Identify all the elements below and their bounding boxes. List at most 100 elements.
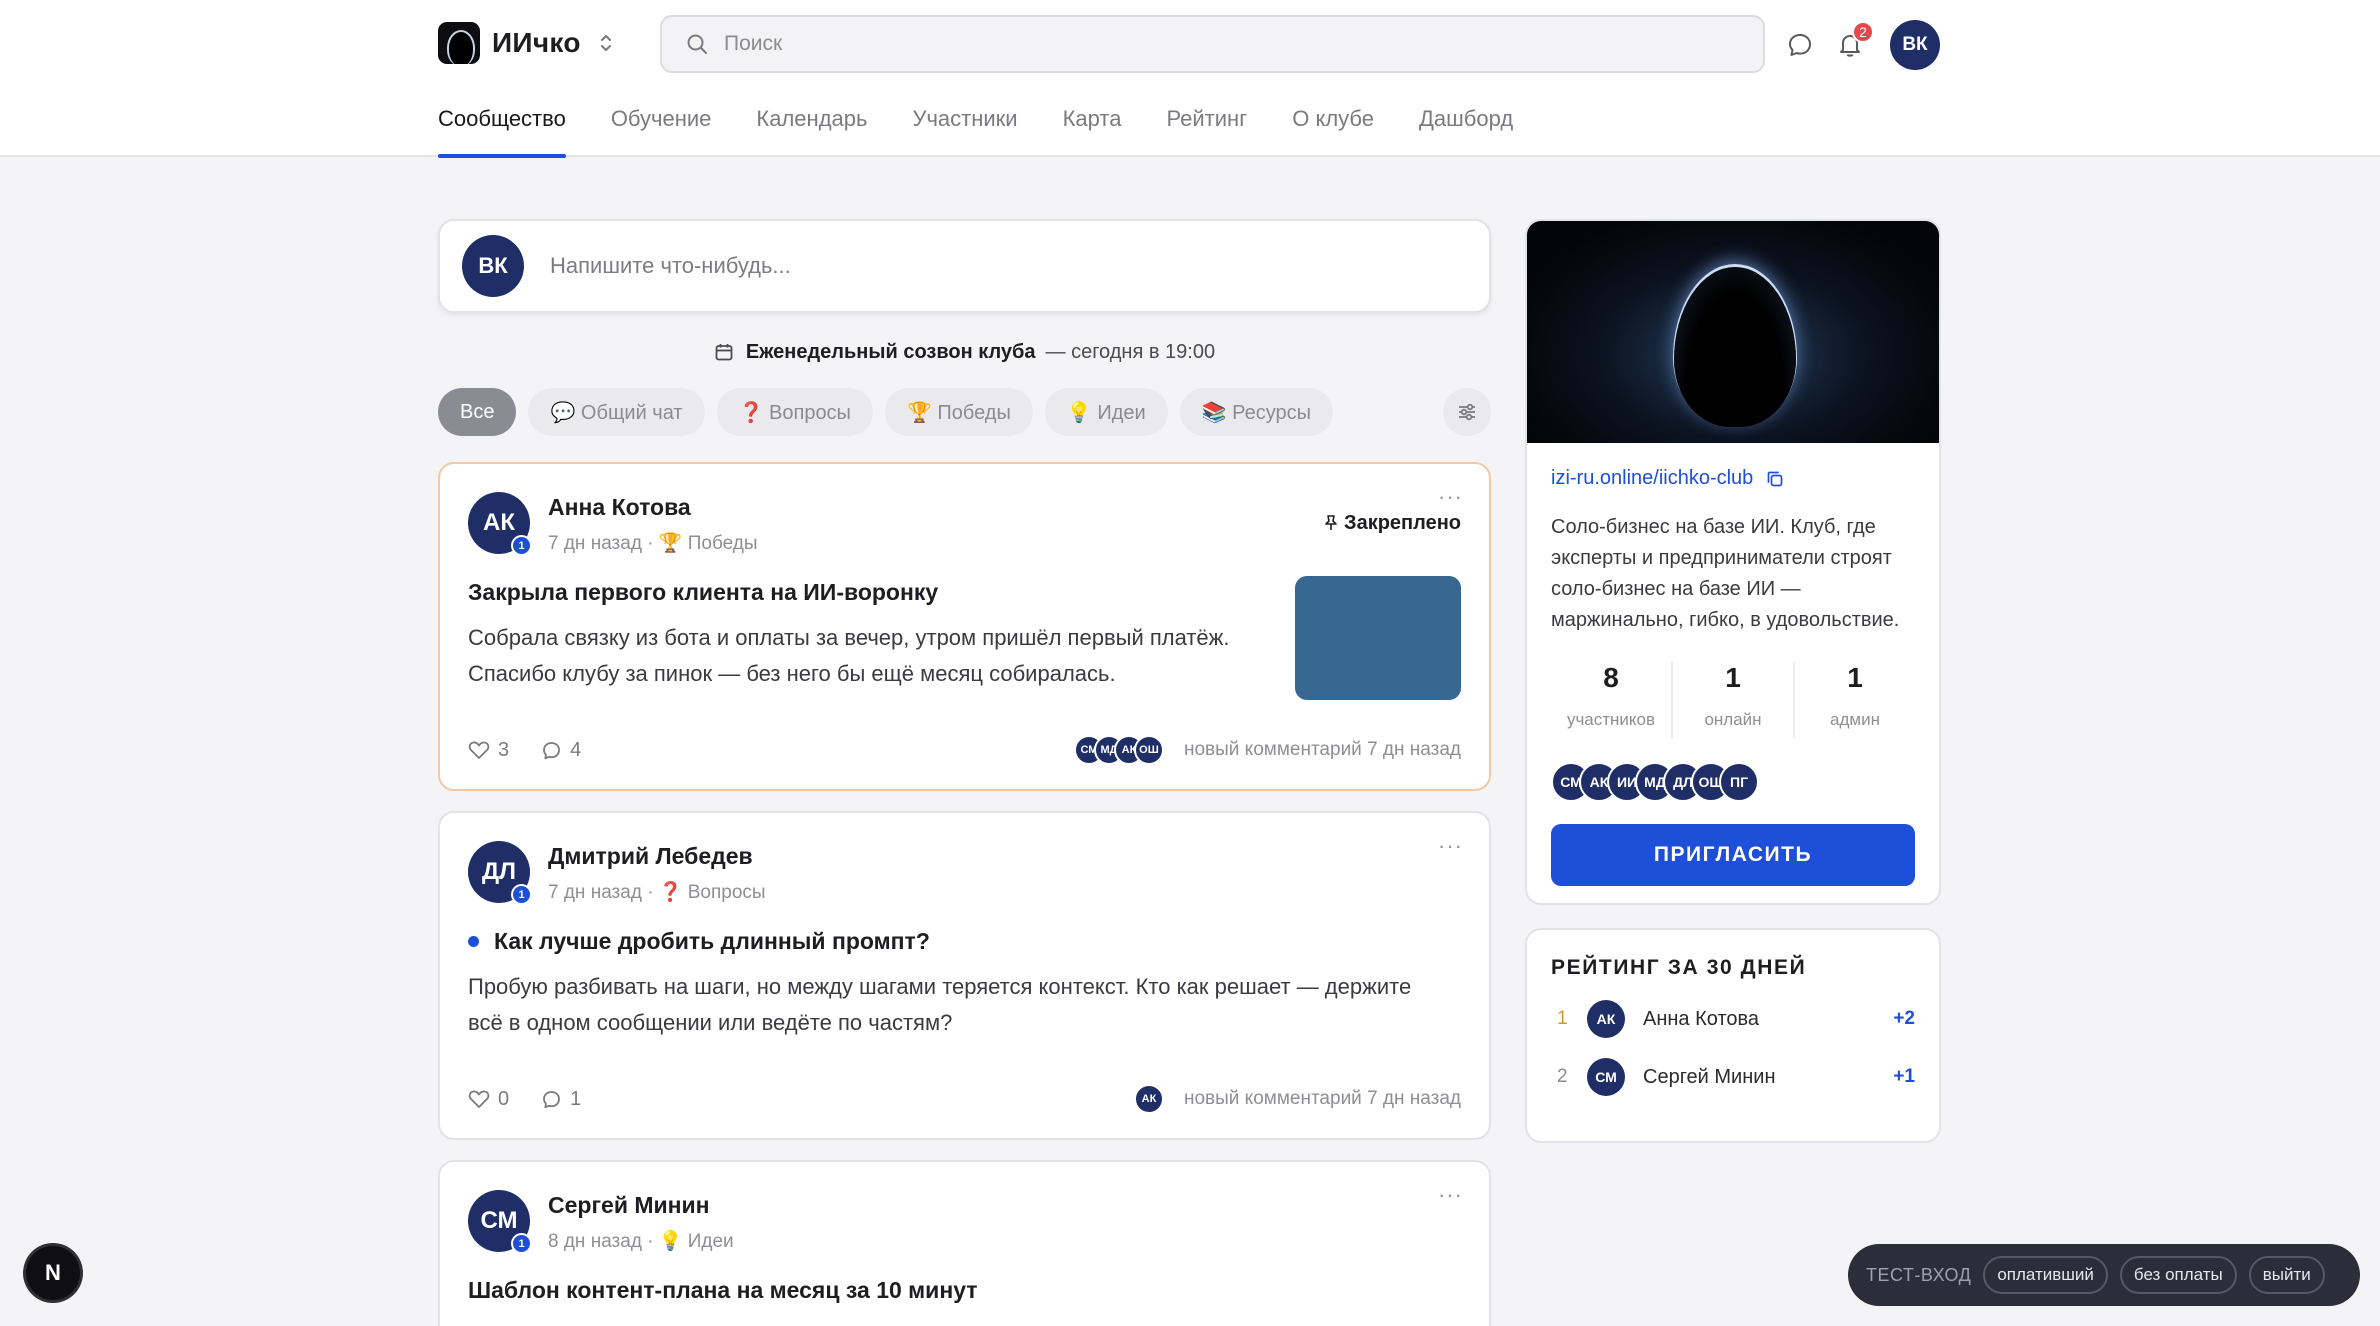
search-input[interactable]: Поиск xyxy=(660,15,1765,73)
stat-label: админ xyxy=(1830,710,1880,729)
post-meta: 8 дн назад · 💡 Идеи xyxy=(548,1231,734,1252)
messages-button[interactable] xyxy=(1782,27,1818,63)
post-footer: 0 1 АК новый комментарий 7 дн назад xyxy=(468,1082,1461,1116)
post-meta: 7 дн назад · ❓ Вопросы xyxy=(548,882,766,903)
post-header: СМ 1 Сергей Минин 8 дн назад · 💡 Идеи xyxy=(468,1190,1461,1254)
rating-card: РЕЙТИНГ ЗА 30 ДНЕЙ 1 АК Анна Котова +2 2… xyxy=(1525,928,1941,1143)
login-unpaid-button[interactable]: без оплаты xyxy=(2119,1256,2237,1294)
post-title: Шаблон контент-плана на месяц за 10 мину… xyxy=(468,1277,978,1303)
test-login-bar: ТЕСТ-ВХОД оплативший без оплаты выйти xyxy=(1848,1244,2360,1306)
commenter-avatar: АК xyxy=(1133,1084,1164,1114)
tab-dashboard[interactable]: Дашборд xyxy=(1419,100,1513,157)
tab-rating[interactable]: Рейтинг xyxy=(1166,100,1247,157)
author-initials: СМ xyxy=(480,1207,518,1234)
club-info-card: izi-ru.online/iichko-club Соло-бизнес на… xyxy=(1525,219,1941,905)
club-link[interactable]: izi-ru.online/iichko-club xyxy=(1551,467,1915,490)
feed-post[interactable]: СМ 1 Сергей Минин 8 дн назад · 💡 Идеи ··… xyxy=(438,1160,1491,1326)
pinned-label: Закреплено xyxy=(1344,512,1461,534)
like-button[interactable]: 0 xyxy=(468,1088,509,1111)
notification-badge: 2 xyxy=(1852,21,1874,43)
member-avatars[interactable]: СМ АК ИИ МД ДЛ ОШ ПГ xyxy=(1551,762,1915,802)
feed-post[interactable]: АК 1 Анна Котова 7 дн назад · 🏆 Победы ·… xyxy=(438,462,1491,791)
tab-learning[interactable]: Обучение xyxy=(611,100,712,157)
egg-illustration xyxy=(1674,267,1796,427)
filter-questions[interactable]: ❓ Вопросы xyxy=(716,388,873,436)
post-title: Закрыла первого клиента на ИИ-воронку xyxy=(468,579,939,605)
post-meta: 7 дн назад · 🏆 Победы xyxy=(548,533,758,554)
sort-settings-button[interactable] xyxy=(1443,388,1491,436)
devtools-button[interactable]: N xyxy=(26,1246,80,1300)
stat-admins: 1 админ xyxy=(1795,662,1915,738)
user-avatar[interactable]: ВК xyxy=(1890,20,1940,70)
stat-value: 8 xyxy=(1603,662,1619,693)
like-count: 3 xyxy=(498,738,510,761)
event-time: — сегодня в 19:00 xyxy=(1045,340,1216,363)
rating-row[interactable]: 2 СМ Сергей Минин +1 xyxy=(1551,1058,1915,1096)
filter-resources[interactable]: 📚 Ресурсы xyxy=(1179,388,1333,436)
rating-row[interactable]: 1 АК Анна Котова +2 xyxy=(1551,1000,1915,1038)
rank-number: 1 xyxy=(1557,1008,1568,1029)
author-avatar[interactable]: СМ 1 xyxy=(468,1190,532,1254)
last-activity: новый комментарий 7 дн назад xyxy=(1183,739,1461,760)
comment-count: 1 xyxy=(570,1087,582,1110)
author-avatar[interactable]: ДЛ 1 xyxy=(468,841,532,905)
tab-about[interactable]: О клубе xyxy=(1292,100,1374,157)
tab-map[interactable]: Карта xyxy=(1063,100,1122,157)
upcoming-event[interactable]: Еженедельный созвон клуба — сегодня в 19… xyxy=(438,335,1491,369)
feed-post[interactable]: ДЛ 1 Дмитрий Лебедев 7 дн назад · ❓ Вопр… xyxy=(438,811,1491,1140)
tab-members[interactable]: Участники xyxy=(912,100,1017,157)
club-name: ИИчко xyxy=(492,27,581,58)
event-title: Еженедельный созвон клуба xyxy=(745,340,1036,363)
heart-icon xyxy=(468,1090,490,1108)
notifications-button[interactable]: 2 xyxy=(1832,21,1874,63)
post-title: Как лучше дробить длинный промпт? xyxy=(468,928,1461,955)
rating-avatar: СМ xyxy=(1587,1058,1625,1096)
heart-icon xyxy=(468,741,490,759)
author-avatar[interactable]: АК 1 xyxy=(468,492,532,556)
tab-community[interactable]: Сообщество xyxy=(438,100,566,158)
post-title-text: Как лучше дробить длинный промпт? xyxy=(494,928,930,954)
chevron-updown-icon xyxy=(599,33,613,53)
like-button[interactable]: 3 xyxy=(468,739,509,762)
comment-button[interactable]: 4 xyxy=(541,739,581,762)
club-switcher[interactable]: ИИчко xyxy=(438,22,613,64)
header-actions: 2 ВК xyxy=(1768,20,1940,70)
filter-ideas[interactable]: 💡 Идеи xyxy=(1044,388,1168,436)
filter-all[interactable]: Все xyxy=(438,388,517,436)
comment-count: 4 xyxy=(570,738,582,761)
logout-button[interactable]: выйти xyxy=(2248,1256,2325,1294)
comment-icon xyxy=(543,741,561,759)
stat-value: 1 xyxy=(1725,662,1741,693)
author-name[interactable]: Анна Котова xyxy=(548,494,758,521)
post-composer[interactable]: ВК Напишите что-нибудь... xyxy=(438,219,1491,313)
stat-label: онлайн xyxy=(1704,710,1762,729)
filter-general-chat[interactable]: 💬 Общий чат xyxy=(528,388,705,436)
author-name[interactable]: Дмитрий Лебедев xyxy=(548,843,766,870)
rating-score: +1 xyxy=(1893,1066,1915,1087)
more-options-button[interactable]: ··· xyxy=(1438,833,1463,859)
copy-icon[interactable] xyxy=(1765,469,1785,489)
level-badge: 1 xyxy=(511,884,532,905)
post-image-thumbnail[interactable] xyxy=(1295,576,1461,700)
filter-wins[interactable]: 🏆 Победы xyxy=(884,388,1033,436)
rating-title: РЕЙТИНГ ЗА 30 ДНЕЙ xyxy=(1551,956,1807,979)
comment-button[interactable]: 1 xyxy=(541,1088,581,1111)
composer-avatar: ВК xyxy=(462,235,524,297)
invite-button[interactable]: ПРИГЛАСИТЬ xyxy=(1551,824,1915,886)
author-name[interactable]: Сергей Минин xyxy=(548,1192,734,1219)
more-options-button[interactable]: ··· xyxy=(1438,1182,1463,1208)
main-nav: Сообщество Обучение Календарь Участники … xyxy=(438,100,1558,158)
post-body: Собрала связку из бота и оплаты за вечер… xyxy=(468,625,1230,686)
tab-calendar[interactable]: Календарь xyxy=(756,100,867,157)
rating-avatar: АК xyxy=(1587,1000,1625,1038)
search-icon xyxy=(687,34,707,54)
composer-placeholder: Напишите что-нибудь... xyxy=(550,253,791,278)
login-paid-button[interactable]: оплативший xyxy=(1983,1256,2108,1294)
post-header: АК 1 Анна Котова 7 дн назад · 🏆 Победы xyxy=(468,492,1461,556)
more-options-button[interactable]: ··· xyxy=(1438,484,1463,510)
club-cover-image xyxy=(1527,221,1939,443)
commenter-avatars: СМ МД АК ОШ xyxy=(1073,735,1164,765)
last-activity: новый комментарий 7 дн назад xyxy=(1183,1088,1461,1109)
rating-name: Анна Котова xyxy=(1643,1007,1760,1030)
club-logo xyxy=(438,22,480,64)
